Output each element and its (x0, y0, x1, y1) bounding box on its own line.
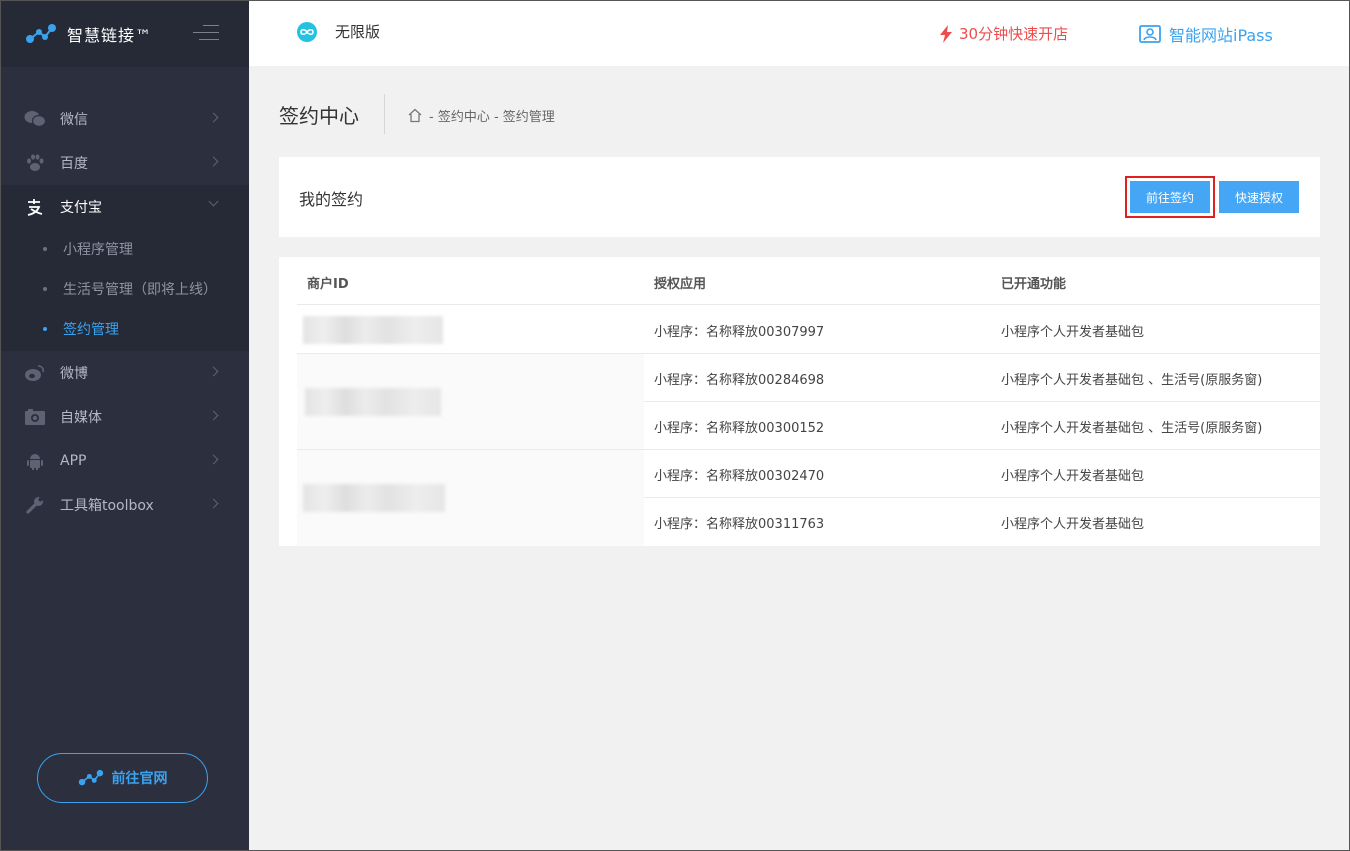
menu-toggle-icon[interactable] (193, 23, 219, 43)
quick-open-store-link[interactable]: 30分钟快速开店 (939, 23, 1068, 44)
sidebar-subitem-contract[interactable]: 签约管理 (1, 309, 249, 349)
lightning-icon (940, 24, 952, 43)
table-row: 小程序：名称释放00311763 小程序个人开发者基础包 (644, 498, 1320, 546)
infinity-icon (297, 21, 317, 42)
title-divider (384, 94, 385, 134)
column-header-merchant: 商户ID (307, 277, 349, 292)
weibo-icon (23, 363, 47, 383)
paw-icon (23, 153, 47, 173)
redacted-merchant-id (303, 484, 445, 512)
enabled-features: 小程序个人开发者基础包 (1001, 325, 1145, 340)
table-row: 小程序：名称释放00307997 小程序个人开发者基础包 (644, 306, 1320, 354)
column-header-app: 授权应用 (654, 277, 707, 292)
panel-title: 我的签约 (299, 190, 364, 209)
android-icon (23, 451, 47, 471)
go-sign-button[interactable]: 前往签约 (1130, 181, 1210, 213)
authorized-app: 小程序：名称释放00284698 (654, 373, 825, 388)
bullet-icon (43, 327, 47, 331)
logo-icon (78, 769, 103, 786)
chevron-right-icon (208, 156, 219, 167)
ipass-label: 智能网站iPass (1169, 26, 1273, 45)
edition-label: 无限版 (335, 23, 381, 41)
contracts-table: 商户ID 授权应用 已开通功能 小程序：名称释放00307997 小程序个人开发… (279, 257, 1320, 546)
table-row: 小程序：名称释放00300152 小程序个人开发者基础包 、生活号(原服务窗) (644, 402, 1320, 450)
sidebar-item-toolbox[interactable]: 工具箱toolbox (1, 483, 249, 527)
sidebar-item-alipay[interactable]: 支付宝 (1, 185, 249, 229)
sidebar-item-app[interactable]: APP (1, 439, 249, 483)
enabled-features: 小程序个人开发者基础包 、生活号(原服务窗) (1001, 421, 1263, 436)
alipay-submenu: 小程序管理 生活号管理（即将上线） 签约管理 (1, 229, 249, 351)
logo-bar: 智慧链接™ (1, 1, 249, 67)
sidebar-item-label: APP (60, 453, 87, 469)
redacted-merchant-id (305, 388, 441, 416)
table-row: 小程序：名称释放00284698 小程序个人开发者基础包 、生活号(原服务窗) (644, 354, 1320, 402)
page-title: 签约中心 (279, 104, 359, 128)
alipay-icon (23, 197, 47, 217)
sidebar-item-label: 自媒体 (60, 410, 102, 426)
quick-open-label: 30分钟快速开店 (959, 25, 1069, 43)
chevron-right-icon (208, 454, 219, 465)
redacted-merchant-id (303, 316, 443, 344)
chevron-right-icon (208, 410, 219, 421)
sidebar-subitem-label: 签约管理 (63, 322, 119, 338)
merchant-id-cell (297, 450, 644, 546)
breadcrumb-path: - 签约中心 - 签约管理 (429, 110, 555, 125)
sidebar-item-label: 微博 (60, 366, 88, 382)
table-row: 小程序：名称释放00302470 小程序个人开发者基础包 (644, 450, 1320, 498)
breadcrumb: - 签约中心 - 签约管理 (407, 106, 555, 125)
merchant-id-cell (297, 306, 644, 353)
logo-icon (26, 24, 56, 43)
wechat-icon (23, 109, 47, 129)
chevron-right-icon (208, 112, 219, 123)
bullet-icon (43, 287, 47, 291)
sidebar-subitem-label: 小程序管理 (63, 242, 133, 258)
authorized-app: 小程序：名称释放00300152 (654, 421, 825, 436)
chevron-right-icon (208, 498, 219, 509)
sidebar-item-wechat[interactable]: 微信 (1, 97, 249, 141)
column-header-features: 已开通功能 (1001, 277, 1067, 292)
camera-icon (23, 407, 47, 427)
brand-name: 智慧链接™ (67, 26, 153, 45)
main-content: 签约中心 - 签约中心 - 签约管理 我的签约 前往签约 快速授权 商户ID 授… (249, 66, 1350, 851)
bullet-icon (43, 247, 47, 251)
my-contracts-panel: 我的签约 前往签约 快速授权 (279, 157, 1320, 237)
sidebar-item-label: 工具箱toolbox (60, 498, 154, 514)
table-header: 商户ID 授权应用 已开通功能 (297, 257, 1320, 305)
enabled-features: 小程序个人开发者基础包 (1001, 517, 1145, 532)
sidebar-item-label: 百度 (60, 156, 88, 172)
home-icon[interactable] (407, 108, 423, 123)
authorized-app: 小程序：名称释放00307997 (654, 325, 825, 340)
sidebar-item-baidu[interactable]: 百度 (1, 141, 249, 185)
authorized-app: 小程序：名称释放00311763 (654, 517, 825, 532)
sidebar-item-label: 支付宝 (60, 200, 102, 216)
chevron-right-icon (208, 366, 219, 377)
sidebar-item-label: 微信 (60, 112, 88, 128)
top-header: 无限版 30分钟快速开店 智能网站iPass (249, 0, 1350, 66)
edition-indicator: 无限版 (297, 21, 380, 42)
ipass-link[interactable]: 智能网站iPass (1139, 22, 1273, 46)
chevron-down-icon (208, 196, 219, 207)
site-button-label: 前往官网 (111, 771, 168, 787)
quick-auth-button[interactable]: 快速授权 (1219, 181, 1299, 213)
sidebar: 智慧链接™ 微信 百度 支付宝 小程序管理 生活号管理（即将上线） 签约管理 微… (0, 0, 249, 851)
profile-card-icon (1139, 25, 1161, 43)
sidebar-nav: 微信 百度 支付宝 小程序管理 生活号管理（即将上线） 签约管理 微博 自媒体 … (1, 97, 249, 527)
sidebar-item-weibo[interactable]: 微博 (1, 351, 249, 395)
merchant-id-cell (297, 354, 644, 449)
sidebar-item-media[interactable]: 自媒体 (1, 395, 249, 439)
authorized-app: 小程序：名称释放00302470 (654, 469, 825, 484)
wrench-icon (23, 495, 47, 515)
enabled-features: 小程序个人开发者基础包 (1001, 469, 1145, 484)
sidebar-subitem-miniprogram[interactable]: 小程序管理 (1, 229, 249, 269)
sidebar-subitem-label: 生活号管理（即将上线） (63, 282, 217, 298)
go-official-site-button[interactable]: 前往官网 (37, 753, 208, 803)
sidebar-subitem-lifeaccount[interactable]: 生活号管理（即将上线） (1, 269, 249, 309)
enabled-features: 小程序个人开发者基础包 、生活号(原服务窗) (1001, 373, 1263, 388)
